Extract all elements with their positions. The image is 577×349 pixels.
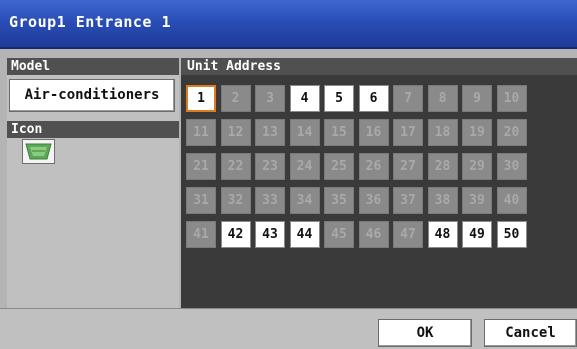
ok-button[interactable]: OK — [378, 319, 472, 347]
unit-address-10[interactable]: 10 — [496, 85, 527, 112]
unit-address-2[interactable]: 2 — [220, 85, 251, 112]
unit-address-19[interactable]: 19 — [462, 119, 492, 146]
unit-address-3[interactable]: 3 — [255, 85, 285, 112]
unit-address-9[interactable]: 9 — [462, 85, 492, 112]
unit-address-13[interactable]: 13 — [255, 119, 285, 146]
unit-address-18[interactable]: 18 — [427, 119, 458, 146]
unit-address-25[interactable]: 25 — [324, 153, 354, 180]
bottom-bar: OK Cancel — [0, 308, 577, 349]
air-conditioner-icon-graphic — [25, 143, 52, 160]
model-header: Model — [7, 58, 179, 75]
title-bar: Group1 Entrance 1 — [0, 0, 577, 49]
unit-address-29[interactable]: 29 — [462, 153, 492, 180]
unit-address-6[interactable]: 6 — [358, 85, 389, 112]
unit-address-28[interactable]: 28 — [427, 153, 458, 180]
unit-address-15[interactable]: 15 — [324, 119, 354, 146]
unit-address-36[interactable]: 36 — [358, 187, 389, 214]
unit-address-49[interactable]: 49 — [462, 221, 492, 248]
unit-address-4[interactable]: 4 — [289, 85, 320, 112]
unit-address-37[interactable]: 37 — [393, 187, 423, 214]
unit-address-32[interactable]: 32 — [220, 187, 251, 214]
unit-address-34[interactable]: 34 — [289, 187, 320, 214]
unit-address-30[interactable]: 30 — [496, 153, 527, 180]
unit-address-44[interactable]: 44 — [289, 221, 320, 248]
unit-address-41[interactable]: 41 — [186, 221, 216, 248]
unit-address-header: Unit Address — [181, 58, 577, 75]
unit-address-23[interactable]: 23 — [255, 153, 285, 180]
cancel-button[interactable]: Cancel — [484, 319, 577, 347]
unit-address-39[interactable]: 39 — [462, 187, 492, 214]
unit-address-14[interactable]: 14 — [289, 119, 320, 146]
unit-address-33[interactable]: 33 — [255, 187, 285, 214]
unit-address-5[interactable]: 5 — [324, 85, 354, 112]
unit-address-1[interactable]: 1 — [186, 85, 216, 112]
unit-address-7[interactable]: 7 — [393, 85, 423, 112]
left-panel: Model Air-conditioners Icon — [7, 58, 179, 308]
unit-address-50[interactable]: 50 — [496, 221, 527, 248]
air-conditioner-icon[interactable] — [22, 139, 55, 164]
unit-address-panel: Unit Address 1 2 3 4 5 6 7 8 9 10 11 12 13 14 15 16 17 18… — [181, 58, 577, 308]
unit-address-27[interactable]: 27 — [393, 153, 423, 180]
unit-address-20[interactable]: 20 — [496, 119, 527, 146]
unit-address-11[interactable]: 11 — [186, 119, 216, 146]
unit-address-48[interactable]: 48 — [427, 221, 458, 248]
unit-address-46[interactable]: 46 — [358, 221, 389, 248]
unit-address-38[interactable]: 38 — [427, 187, 458, 214]
icon-header: Icon — [7, 121, 179, 138]
unit-address-17[interactable]: 17 — [393, 119, 423, 146]
unit-address-42[interactable]: 42 — [220, 221, 251, 248]
unit-address-43[interactable]: 43 — [255, 221, 285, 248]
unit-address-12[interactable]: 12 — [220, 119, 251, 146]
unit-address-22[interactable]: 22 — [220, 153, 251, 180]
model-select-button[interactable]: Air-conditioners — [9, 79, 175, 112]
unit-address-16[interactable]: 16 — [358, 119, 389, 146]
unit-address-35[interactable]: 35 — [324, 187, 354, 214]
window-title: Group1 Entrance 1 — [9, 13, 172, 31]
unit-address-24[interactable]: 24 — [289, 153, 320, 180]
unit-address-8[interactable]: 8 — [427, 85, 458, 112]
unit-address-31[interactable]: 31 — [186, 187, 216, 214]
unit-address-45[interactable]: 45 — [324, 221, 354, 248]
unit-address-47[interactable]: 47 — [393, 221, 423, 248]
unit-address-40[interactable]: 40 — [496, 187, 527, 214]
unit-address-21[interactable]: 21 — [186, 153, 216, 180]
unit-address-26[interactable]: 26 — [358, 153, 389, 180]
